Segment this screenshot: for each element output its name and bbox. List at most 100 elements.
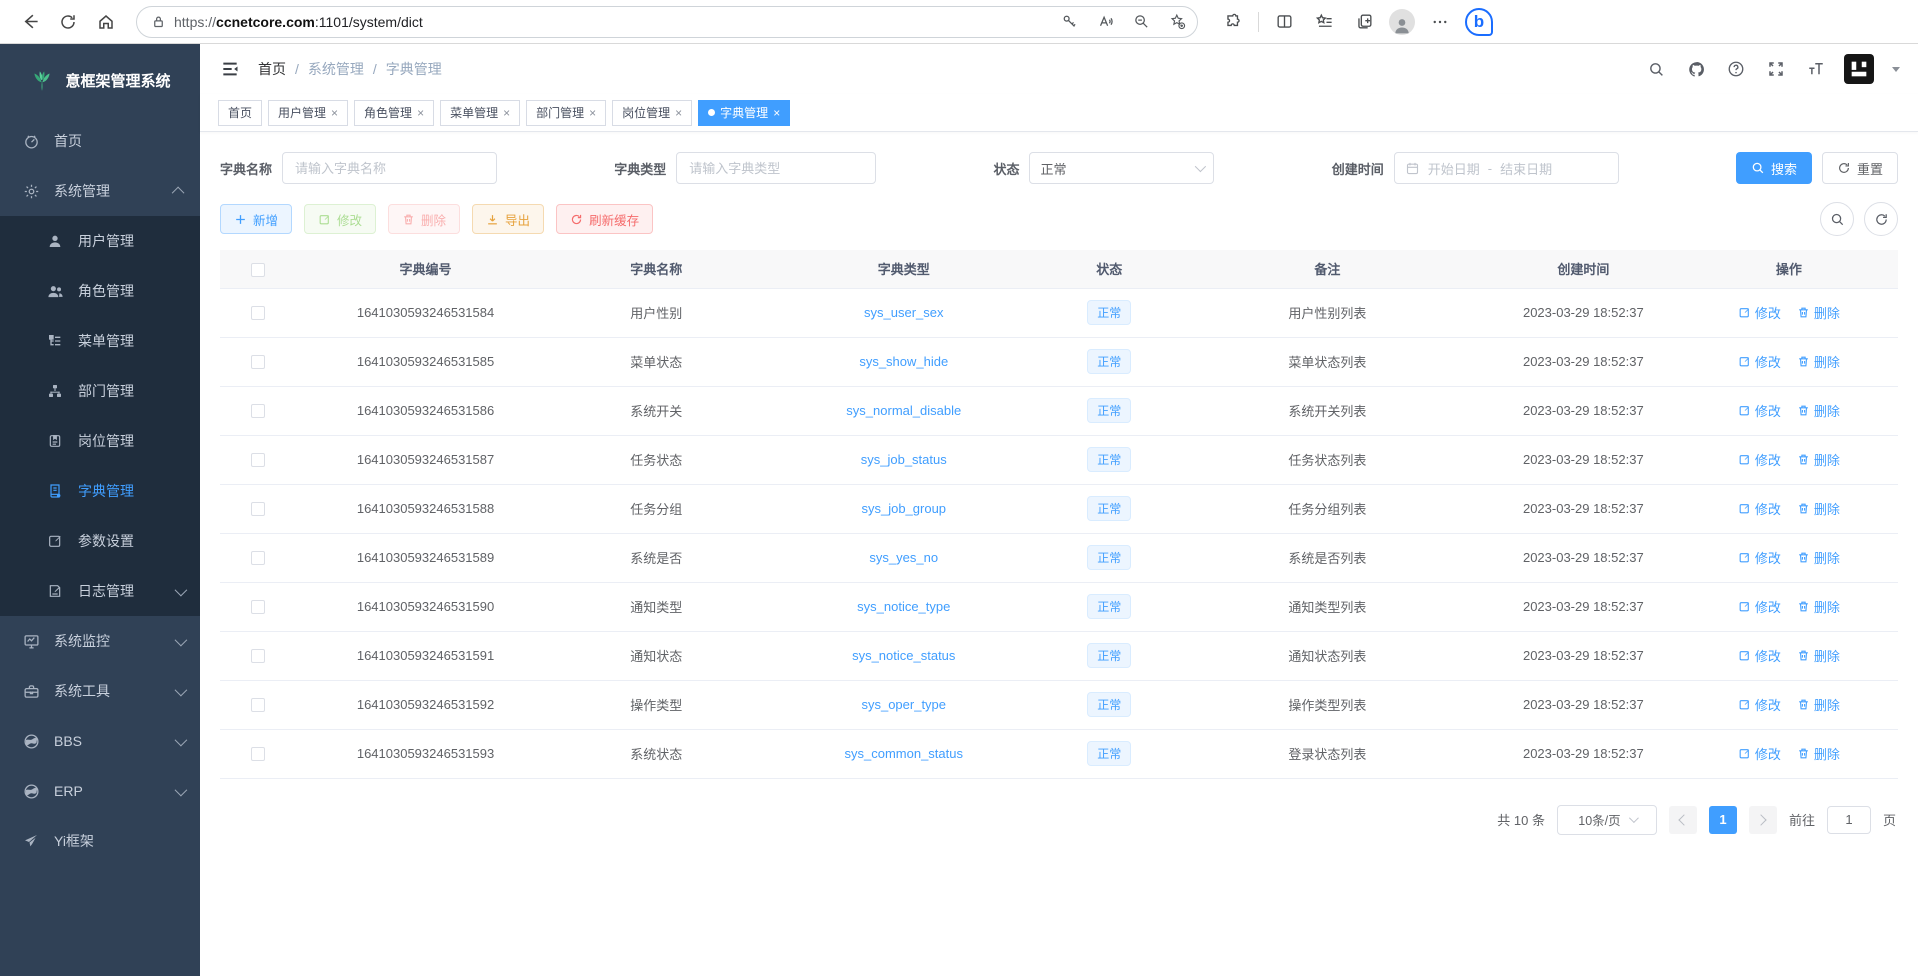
font-size-icon[interactable] (1804, 57, 1828, 81)
row-edit-link[interactable]: 修改 (1738, 401, 1781, 420)
page-number-button[interactable]: 1 (1709, 806, 1737, 834)
help-icon[interactable] (1724, 57, 1748, 81)
sidebar-item-users[interactable]: 用户管理 (0, 216, 200, 266)
fullscreen-icon[interactable] (1764, 57, 1788, 81)
row-delete-link[interactable]: 删除 (1797, 695, 1840, 714)
address-bar[interactable]: https://ccnetcore.com:1101/system/dict (136, 6, 1198, 38)
row-checkbox[interactable] (251, 649, 265, 663)
home-icon[interactable] (90, 6, 122, 38)
page-size-select[interactable]: 10条/页 (1557, 805, 1657, 835)
row-delete-link[interactable]: 删除 (1797, 450, 1840, 469)
row-edit-link[interactable]: 修改 (1738, 499, 1781, 518)
read-aloud-icon[interactable] (1091, 8, 1119, 36)
goto-page-input[interactable] (1827, 806, 1871, 834)
more-menu-icon[interactable] (1425, 7, 1455, 37)
sidebar-item-params[interactable]: 参数设置 (0, 516, 200, 566)
delete-button[interactable]: 删除 (388, 204, 460, 234)
row-delete-link[interactable]: 删除 (1797, 401, 1840, 420)
edit-button[interactable]: 修改 (304, 204, 376, 234)
row-checkbox[interactable] (251, 551, 265, 565)
refresh-icon[interactable] (52, 6, 84, 38)
sidebar-item-logs[interactable]: 日志管理 (0, 566, 200, 616)
row-delete-link[interactable]: 删除 (1797, 303, 1840, 322)
app-logo[interactable]: 意框架管理系统 (0, 44, 200, 116)
row-edit-link[interactable]: 修改 (1738, 352, 1781, 371)
refresh-table-button[interactable] (1864, 202, 1898, 236)
row-delete-link[interactable]: 删除 (1797, 499, 1840, 518)
row-delete-link[interactable]: 删除 (1797, 646, 1840, 665)
prev-page-button[interactable] (1669, 806, 1697, 834)
github-icon[interactable] (1684, 57, 1708, 81)
row-checkbox[interactable] (251, 453, 265, 467)
chevron-down-icon[interactable] (1892, 67, 1900, 72)
row-edit-link[interactable]: 修改 (1738, 597, 1781, 616)
row-edit-link[interactable]: 修改 (1738, 744, 1781, 763)
row-edit-link[interactable]: 修改 (1738, 303, 1781, 322)
extensions-icon[interactable] (1218, 7, 1248, 37)
password-key-icon[interactable] (1055, 8, 1083, 36)
sidebar-item-dict[interactable]: 字典管理 (0, 466, 200, 516)
profile-avatar[interactable] (1389, 9, 1415, 35)
dict-name-input[interactable] (282, 152, 497, 184)
reset-button[interactable]: 重置 (1822, 152, 1898, 184)
sidebar-item-erp[interactable]: ERP (0, 766, 200, 816)
row-delete-link[interactable]: 删除 (1797, 352, 1840, 371)
close-icon[interactable]: × (417, 106, 424, 120)
bing-discover-icon[interactable]: b (1465, 8, 1493, 36)
dict-type-link[interactable]: sys_oper_type (861, 697, 946, 712)
add-button[interactable]: 新增 (220, 204, 292, 234)
dict-type-link[interactable]: sys_job_group (861, 501, 946, 516)
sidebar-item-tools[interactable]: 系统工具 (0, 666, 200, 716)
dict-type-link[interactable]: sys_yes_no (869, 550, 938, 565)
split-screen-icon[interactable] (1269, 7, 1299, 37)
row-checkbox[interactable] (251, 404, 265, 418)
row-edit-link[interactable]: 修改 (1738, 646, 1781, 665)
tab-posts[interactable]: 岗位管理× (612, 100, 692, 126)
tab-departments[interactable]: 部门管理× (526, 100, 606, 126)
dict-type-input[interactable] (676, 152, 876, 184)
row-delete-link[interactable]: 删除 (1797, 597, 1840, 616)
close-icon[interactable]: × (589, 106, 596, 120)
close-icon[interactable]: × (773, 106, 780, 120)
row-checkbox[interactable] (251, 747, 265, 761)
dict-type-link[interactable]: sys_job_status (861, 452, 947, 467)
sidebar-item-roles[interactable]: 角色管理 (0, 266, 200, 316)
row-delete-link[interactable]: 删除 (1797, 548, 1840, 567)
dict-type-link[interactable]: sys_notice_status (852, 648, 955, 663)
tab-roles[interactable]: 角色管理× (354, 100, 434, 126)
sidebar-item-bbs[interactable]: BBS (0, 716, 200, 766)
zoom-out-icon[interactable] (1127, 8, 1155, 36)
collections-icon[interactable] (1349, 7, 1379, 37)
dict-type-link[interactable]: sys_normal_disable (846, 403, 961, 418)
row-edit-link[interactable]: 修改 (1738, 450, 1781, 469)
row-checkbox[interactable] (251, 306, 265, 320)
sidebar-item-departments[interactable]: 部门管理 (0, 366, 200, 416)
url-text[interactable]: https://ccnetcore.com:1101/system/dict (174, 14, 1047, 30)
row-checkbox[interactable] (251, 698, 265, 712)
sidebar-item-system[interactable]: 系统管理 (0, 166, 200, 216)
search-icon[interactable] (1644, 57, 1668, 81)
select-all-checkbox[interactable] (251, 263, 265, 277)
status-select[interactable]: 正常 (1029, 152, 1214, 184)
sidebar-item-posts[interactable]: 岗位管理 (0, 416, 200, 466)
row-checkbox[interactable] (251, 502, 265, 516)
row-delete-link[interactable]: 删除 (1797, 744, 1840, 763)
sidebar-item-monitor[interactable]: 系统监控 (0, 616, 200, 666)
toggle-search-button[interactable] (1820, 202, 1854, 236)
close-icon[interactable]: × (503, 106, 510, 120)
close-icon[interactable]: × (331, 106, 338, 120)
collapse-sidebar-icon[interactable] (218, 57, 242, 81)
dict-type-link[interactable]: sys_user_sex (864, 305, 943, 320)
row-edit-link[interactable]: 修改 (1738, 548, 1781, 567)
refresh-cache-button[interactable]: 刷新缓存 (556, 204, 653, 234)
row-checkbox[interactable] (251, 355, 265, 369)
dict-type-link[interactable]: sys_show_hide (859, 354, 948, 369)
tab-dict-active[interactable]: 字典管理× (698, 100, 790, 126)
tab-users[interactable]: 用户管理× (268, 100, 348, 126)
tab-home[interactable]: 首页 (218, 100, 262, 126)
back-icon[interactable] (14, 6, 46, 38)
search-button[interactable]: 搜索 (1736, 152, 1812, 184)
add-favorite-icon[interactable] (1163, 8, 1191, 36)
row-edit-link[interactable]: 修改 (1738, 695, 1781, 714)
favorites-icon[interactable] (1309, 7, 1339, 37)
